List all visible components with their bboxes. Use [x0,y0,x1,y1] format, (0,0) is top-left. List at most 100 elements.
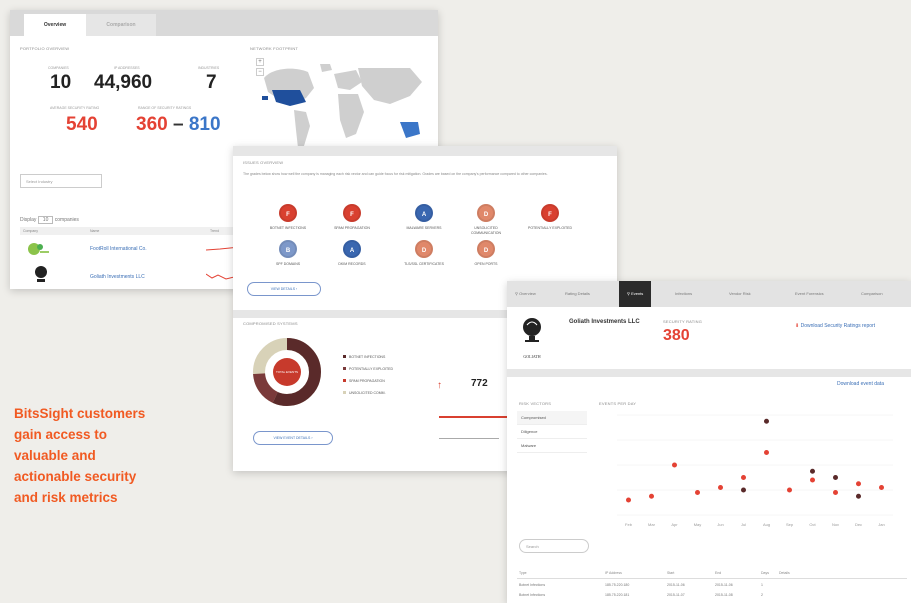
scatter-point[interactable] [764,450,769,455]
grade-label: Potentially Exploited [527,226,573,230]
nav-events[interactable]: ⚲ Events [619,281,652,307]
scatter-point[interactable] [718,485,723,490]
filter-title: Risk Vectors [519,401,552,406]
scatter-point[interactable] [856,493,861,499]
grade-label: Unsolicited Communication [470,226,502,235]
nav-event-forensics[interactable]: Event Forensics [795,281,824,307]
cell-type: Botnet Infections [519,593,546,597]
scatter-point[interactable] [833,490,838,495]
grade-badge[interactable]: D [477,240,495,258]
section-title: Portfolio Overview [20,46,70,51]
chevron-right-icon: › [296,287,298,291]
scatter-point[interactable] [649,493,654,499]
filter-item[interactable]: Malware [517,439,587,453]
scatter-point[interactable] [879,485,884,490]
scatter-point[interactable] [787,487,792,493]
industry-select[interactable]: Select Industry [20,174,102,188]
companies-table-header: Company Name Trend [20,227,250,235]
tab-comparison[interactable]: Comparison [86,14,156,36]
scatter-point[interactable] [856,481,861,487]
scatter-point[interactable] [833,475,838,480]
range-dash: – [172,114,184,135]
grade-label: SPF Domains [275,262,301,266]
headline-line: and risk metrics [14,490,118,505]
view-details-button[interactable]: View Details › [247,282,321,296]
kpi-label-industries: Industries [198,66,220,70]
up-arrow-icon: ↑ [437,380,442,391]
goliath-logo-small [32,264,50,286]
grade-badge[interactable]: F [541,204,559,222]
x-tick-label: Mar [648,522,656,527]
headline-line: valuable and [14,448,96,463]
grade-badge[interactable]: B [279,240,297,258]
grade-badge[interactable]: D [415,240,433,258]
filter-item[interactable]: Compromised [517,411,587,425]
company-link-footroll[interactable]: FootRoll International Co. [90,246,147,252]
company-nav: ⚲ Overview Rating Details ⚲ Events Infec… [507,281,911,307]
grade-label: Botnet Infections [269,226,307,230]
display-suffix: companies [54,217,79,223]
table-row[interactable]: Botnet Infections 185.75.220.180 2015-11… [517,583,907,591]
download-icon: ⬇ [795,323,800,329]
scatter-point[interactable] [695,490,700,495]
filter-item[interactable]: Diligence [517,425,587,439]
nav-infections[interactable]: Infections [675,281,692,307]
x-tick-label: Dec [855,522,862,527]
grade-label: Spam Propagation [334,226,370,230]
x-tick-label: Jul [741,522,746,527]
cell-days: 1 [761,583,763,587]
kpi-label-ip: IP Addresses [114,66,140,70]
company-name: Goliath Investments LLC [569,319,640,325]
kpi-industries: 7 [206,72,217,93]
legend-swatch [343,355,346,358]
headline-line: actionable security [14,469,137,484]
scatter-point[interactable] [672,462,677,468]
scatter-point[interactable] [741,475,746,480]
search-input[interactable]: Search [519,539,589,553]
company-events-panel: ⚲ Overview Rating Details ⚲ Events Infec… [507,281,911,603]
table-row[interactable]: Botnet Infections 185.75.220.181 2015-11… [517,593,907,601]
risk-vector-filter: Compromised Diligence Malware [517,411,587,453]
kpi-label-avg-rating: Average Security Rating [50,106,100,110]
download-data-link[interactable]: Download event data [837,381,884,387]
issues-description: The grades below show how well the compa… [243,172,548,176]
download-report-link[interactable]: ⬇ Download Security Ratings report [795,323,875,329]
scatter-point[interactable] [626,497,631,503]
grade-badge[interactable]: F [343,204,361,222]
nav-comparison[interactable]: Comparison [861,281,883,307]
scatter-point[interactable] [810,477,815,483]
legend-item: Potentially Exploited [343,363,393,375]
x-tick-label: Aug [763,522,770,527]
nav-vendor-risk[interactable]: Vendor Risk [729,281,751,307]
grade-badge[interactable]: A [343,240,361,258]
tab-overview[interactable]: Overview [24,14,86,36]
security-rating: 380 [663,327,690,344]
grade-badge[interactable]: A [415,204,433,222]
cell-end: 2015-11-06 [715,583,733,587]
x-tick-label: Apr [671,522,678,527]
nav-rating-details[interactable]: Rating Details [565,281,590,307]
tab-bar: Overview Comparison [10,10,438,36]
col-trend: Trend [210,229,220,233]
x-tick-label: Feb [625,522,633,527]
grade-label: Open Ports [474,262,498,266]
display-label: Display [20,217,37,223]
kpi-ip-addresses: 44,960 [94,72,153,93]
x-tick-label: Nov [832,522,839,527]
cell-start: 2015-11-06 [667,583,685,587]
col-name: Name [90,229,100,233]
company-link-goliath[interactable]: Goliath Investments LLC [90,274,145,280]
col-start: Start [667,571,675,575]
grade-badge[interactable]: F [279,204,297,222]
grade-badge[interactable]: D [477,204,495,222]
view-event-details-button[interactable]: View Event Details › [253,431,333,445]
scatter-point[interactable] [764,418,769,424]
map-title: Network Footprint [250,46,299,51]
nav-label: Events [631,291,644,296]
nav-overview[interactable]: ⚲ Overview [515,281,536,307]
world-map [262,64,422,148]
legend-label: Botnet Infections [349,355,386,359]
scatter-point[interactable] [741,487,746,493]
display-count-select[interactable]: 10 [37,216,54,224]
scatter-point[interactable] [810,468,815,474]
